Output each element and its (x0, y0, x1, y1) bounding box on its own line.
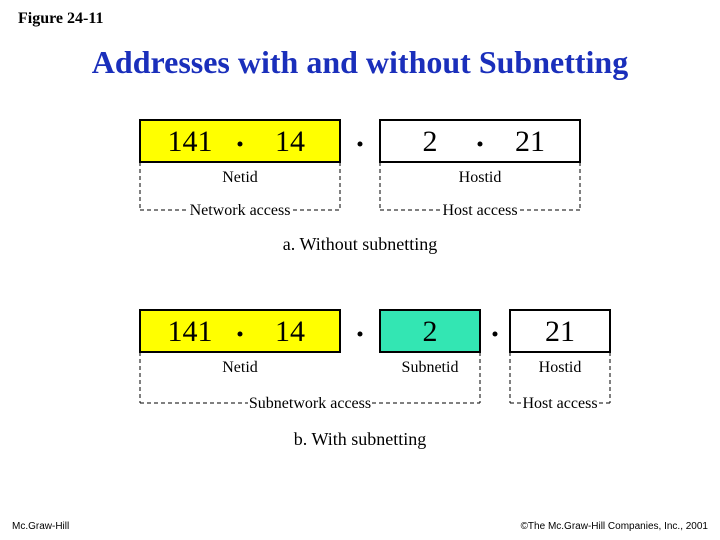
a-host-access-label: Host access (442, 202, 517, 219)
a-network-access-label: Network access (190, 202, 291, 219)
a-octet-1: 141 (168, 125, 213, 158)
dot-icon (358, 332, 363, 337)
b-subnetid-label: Subnetid (402, 359, 459, 376)
b-netid-label: Netid (222, 359, 258, 376)
b-netid-box: 141 14 (140, 310, 340, 352)
footer-left: Mc.Graw-Hill (12, 521, 69, 532)
b-subnetid-box: 2 (380, 310, 480, 352)
dot-icon (238, 332, 243, 337)
b-octet-2: 14 (275, 315, 305, 348)
dot-icon (358, 142, 363, 147)
dot-icon (478, 142, 483, 147)
a-netid-label: Netid (222, 169, 258, 186)
a-hostid-box: 2 21 (380, 120, 580, 162)
diagram-area: 141 14 2 21 Netid Hostid Network access … (0, 100, 720, 500)
b-hostid-label: Hostid (539, 359, 582, 376)
footer-right: ©The Mc.Graw-Hill Companies, Inc., 2001 (521, 521, 708, 532)
b-octet-4: 21 (545, 315, 575, 348)
b-octet-3: 2 (423, 315, 438, 348)
dot-icon (238, 142, 243, 147)
b-hostid-box: 21 (510, 310, 610, 352)
page-title: Addresses with and without Subnetting (0, 44, 720, 81)
a-hostid-label: Hostid (459, 169, 502, 186)
b-subnetwork-access-label: Subnetwork access (249, 395, 371, 412)
subnetting-diagram: 141 14 2 21 Netid Hostid Network access … (80, 100, 640, 500)
a-octet-2: 14 (275, 125, 305, 158)
b-octet-1: 141 (168, 315, 213, 348)
a-caption: a. Without subnetting (283, 234, 437, 254)
figure-label: Figure 24-11 (18, 10, 103, 28)
a-octet-3: 2 (423, 125, 438, 158)
b-caption: b. With subnetting (294, 429, 426, 449)
a-octet-4: 21 (515, 125, 545, 158)
dot-icon (493, 332, 498, 337)
b-host-access-label: Host access (522, 395, 597, 412)
a-netid-box: 141 14 (140, 120, 340, 162)
